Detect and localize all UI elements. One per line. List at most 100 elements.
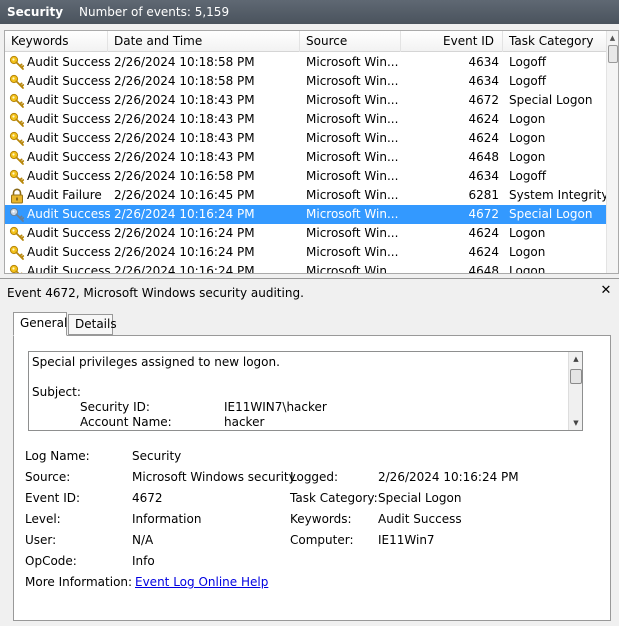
source-cell: Microsoft Win... — [306, 226, 399, 240]
scroll-thumb[interactable] — [608, 45, 618, 63]
keyword-cell: Audit Success — [9, 148, 111, 167]
key-icon — [9, 264, 25, 273]
security-id-label: Security ID: — [80, 400, 150, 414]
task-category-cell: System Integrity — [509, 188, 609, 202]
table-row[interactable]: Audit Success 2/26/2024 10:18:43 PM Micros… — [5, 129, 609, 148]
table-row[interactable]: Audit Success 2/26/2024 10:16:58 PM Micros… — [5, 167, 609, 186]
scroll-down-icon[interactable]: ▼ — [569, 417, 583, 429]
keyword-text: Audit Success — [27, 93, 111, 107]
log-title: Security — [7, 5, 64, 19]
table-row[interactable]: Audit Success 2/26/2024 10:18:43 PM Micros… — [5, 91, 609, 110]
general-panel: Special privileges assigned to new logon… — [13, 335, 611, 621]
event-list[interactable]: Keywords Date and Time Source Event ID T… — [4, 30, 619, 274]
task-category-cell: Logoff — [509, 55, 547, 69]
source-value: Microsoft Windows security — [132, 470, 296, 484]
key-icon — [9, 150, 25, 166]
event-description-box[interactable]: Special privileges assigned to new logon… — [28, 351, 583, 431]
keyword-text: Audit Success — [27, 226, 111, 240]
column-source[interactable]: Source — [300, 31, 401, 52]
column-task-category[interactable]: Task Category — [503, 31, 609, 52]
keyword-cell: Audit Success — [9, 53, 111, 72]
event-id-value: 4672 — [132, 491, 163, 505]
close-icon[interactable]: ✕ — [599, 283, 613, 299]
source-cell: Microsoft Win... — [306, 245, 399, 259]
column-date-time[interactable]: Date and Time — [108, 31, 300, 52]
event-id-cell: 4672 — [468, 93, 499, 107]
date-time-cell: 2/26/2024 10:18:58 PM — [114, 55, 255, 69]
date-time-cell: 2/26/2024 10:18:43 PM — [114, 112, 255, 126]
details-title: Event 4672, Microsoft Windows security a… — [7, 286, 304, 300]
date-time-cell: 2/26/2024 10:16:58 PM — [114, 169, 255, 183]
scroll-up-icon[interactable]: ▲ — [607, 33, 618, 43]
table-row[interactable]: Audit Success 2/26/2024 10:18:58 PM Micros… — [5, 53, 609, 72]
subject-label: Subject: — [32, 385, 81, 399]
table-row[interactable]: Audit Failure 2/26/2024 10:16:45 PM Micros… — [5, 186, 609, 205]
date-time-cell: 2/26/2024 10:16:24 PM — [114, 245, 255, 259]
key-icon — [9, 245, 25, 261]
security-id-value: IE11WIN7\hacker — [224, 400, 327, 414]
date-time-cell: 2/26/2024 10:18:43 PM — [114, 150, 255, 164]
source-cell: Microsoft Win... — [306, 93, 399, 107]
computer-label: Computer: — [290, 533, 354, 547]
source-cell: Microsoft Win... — [306, 207, 399, 221]
log-name-label: Log Name: — [25, 449, 90, 463]
event-id-cell: 4624 — [468, 245, 499, 259]
source-cell: Microsoft Win... — [306, 55, 399, 69]
log-header-bar: Security Number of events: 5,159 — [0, 0, 619, 24]
source-label: Source: — [25, 470, 71, 484]
event-id-cell: 4634 — [468, 169, 499, 183]
event-id-cell: 4648 — [468, 150, 499, 164]
keyword-cell: Audit Success — [9, 72, 111, 91]
keyword-text: Audit Failure — [27, 188, 102, 202]
event-id-cell: 4634 — [468, 55, 499, 69]
list-scrollbar[interactable]: ▲ — [606, 31, 618, 273]
keyword-text: Audit Success — [27, 74, 111, 88]
tab-general[interactable]: General — [13, 312, 67, 336]
task-category-cell: Logon — [509, 226, 546, 240]
keyword-text: Audit Success — [27, 245, 111, 259]
key-icon — [9, 169, 25, 185]
logged-label: Logged: — [290, 470, 339, 484]
source-cell: Microsoft Win... — [306, 74, 399, 88]
keywords-label: Keywords: — [290, 512, 352, 526]
tab-details[interactable]: Details — [68, 314, 117, 335]
column-keywords[interactable]: Keywords — [5, 31, 108, 52]
task-category-cell: Special Logon — [509, 207, 593, 221]
source-cell: Microsoft Win... — [306, 150, 399, 164]
table-row[interactable]: Audit Success 2/26/2024 10:16:24 PM Micros… — [5, 205, 609, 224]
event-id-cell: 4624 — [468, 226, 499, 240]
date-time-cell: 2/26/2024 10:18:58 PM — [114, 74, 255, 88]
account-name-label: Account Name: — [80, 415, 172, 429]
description-text: Special privileges assigned to new logon… — [32, 355, 280, 369]
keyword-text: Audit Success — [27, 207, 111, 221]
key-icon — [9, 55, 25, 71]
lock-icon — [9, 188, 25, 204]
table-row[interactable]: Audit Success 2/26/2024 10:16:24 PM Micros… — [5, 243, 609, 262]
level-value: Information — [132, 512, 202, 526]
level-label: Level: — [25, 512, 61, 526]
computer-value: IE11Win7 — [378, 533, 435, 547]
task-category-value: Special Logon — [378, 491, 462, 505]
table-row[interactable]: Audit Success 2/26/2024 10:18:43 PM Micros… — [5, 148, 609, 167]
task-category-cell: Logon — [509, 150, 546, 164]
table-row[interactable]: Audit Success 2/26/2024 10:16:24 PM Micros… — [5, 262, 609, 274]
description-scrollbar[interactable]: ▲ ▼ — [568, 352, 582, 430]
table-row[interactable]: Audit Success 2/26/2024 10:18:58 PM Micros… — [5, 72, 609, 91]
task-category-cell: Logon — [509, 112, 546, 126]
event-log-online-help-link[interactable]: Event Log Online Help — [135, 575, 268, 589]
scroll-up-icon[interactable]: ▲ — [569, 353, 583, 365]
event-id-cell: 4672 — [468, 207, 499, 221]
keyword-cell: Audit Failure — [9, 186, 111, 205]
user-value: N/A — [132, 533, 154, 547]
column-event-id[interactable]: Event ID — [401, 31, 503, 52]
keyword-cell: Audit Success — [9, 167, 111, 186]
account-name-value: hacker — [224, 415, 265, 429]
task-category-cell: Logon — [509, 264, 546, 274]
source-cell: Microsoft Win... — [306, 188, 399, 202]
keyword-cell: Audit Success — [9, 262, 111, 273]
keyword-cell: Audit Success — [9, 243, 111, 262]
task-category-cell: Logon — [509, 131, 546, 145]
table-row[interactable]: Audit Success 2/26/2024 10:18:43 PM Micros… — [5, 110, 609, 129]
scroll-thumb[interactable] — [570, 369, 582, 384]
table-row[interactable]: Audit Success 2/26/2024 10:16:24 PM Micros… — [5, 224, 609, 243]
